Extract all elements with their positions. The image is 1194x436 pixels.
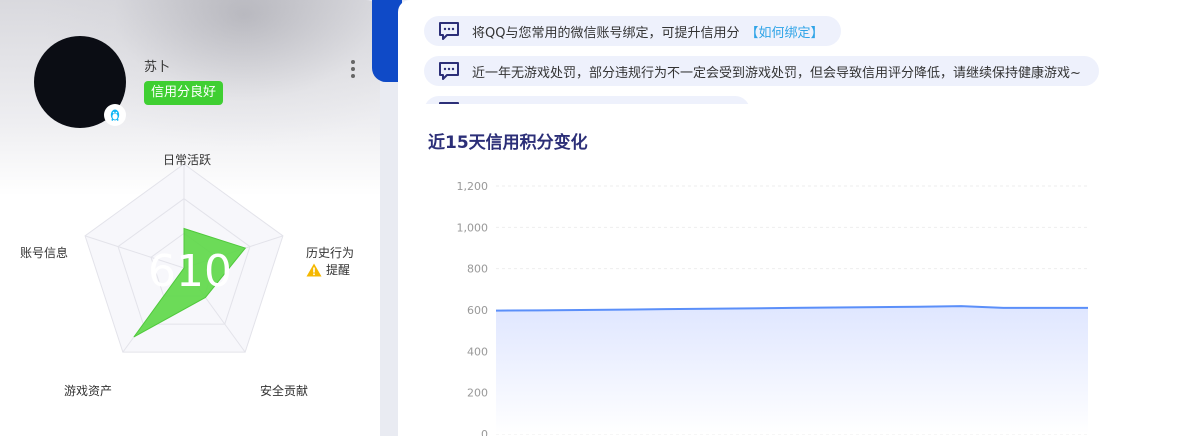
message-icon [439, 22, 459, 40]
profile-panel: 苏卜 信用分良好 610 日常活跃 历史行为 账号信息 游戏资产 安全贡献 提醒 [0, 0, 380, 436]
y-tick-label: 0 [481, 428, 488, 436]
credit-level-badge: 信用分良好 [144, 81, 224, 105]
notice-text: 将QQ与您常用的微信账号绑定，可提升信用分 [472, 25, 740, 41]
credit-radar-chart: 610 [84, 163, 284, 353]
warning-text: 提醒 [326, 263, 351, 277]
notice-bind-wechat: 将QQ与您常用的微信账号绑定，可提升信用分 【如何绑定】 [424, 16, 842, 46]
y-tick-label: 800 [467, 263, 488, 276]
radar-label-security: 安全贡献 [260, 384, 309, 398]
warning-icon [306, 263, 322, 276]
notice-no-penalty: 近一年无游戏处罚，部分违规行为不一定会受到游戏处罚，但会导致信用评分降低，请继续… [424, 56, 1099, 86]
main-panel: 将QQ与您常用的微信账号绑定，可提升信用分 【如何绑定】 近一年无游戏处罚，部分… [398, 0, 1194, 436]
credit-score-chart: 0 200 400 600 800 1,000 1,200 [457, 180, 1089, 436]
radar-label-daily-activity: 日常活跃 [163, 153, 212, 167]
qq-penguin-icon [104, 104, 126, 126]
radar-label-account: 账号信息 [20, 246, 69, 260]
y-tick-label: 1,000 [457, 221, 489, 234]
y-tick-label: 200 [467, 387, 488, 400]
user-name: 苏卜 [144, 60, 171, 75]
history-warning[interactable]: 提醒 [306, 261, 350, 278]
radar-label-history: 历史行为 [306, 246, 355, 260]
more-options-icon[interactable] [348, 58, 358, 80]
radar-label-game-assets: 游戏资产 [64, 384, 113, 398]
notice-partially-visible [424, 96, 754, 104]
notice-text: 近一年无游戏处罚，部分违规行为不一定会受到游戏处罚，但会导致信用评分降低，请继续… [472, 65, 1081, 81]
y-tick-label: 1,200 [457, 180, 489, 193]
y-tick-label: 400 [467, 345, 488, 358]
credit-score-value: 610 [148, 246, 232, 297]
chart-area [496, 306, 1088, 434]
message-icon [439, 62, 459, 80]
y-tick-label: 600 [467, 304, 488, 317]
chart-title: 近15天信用积分变化 [428, 133, 588, 153]
how-to-bind-link[interactable]: 【如何绑定】 [745, 22, 823, 41]
message-icon [439, 102, 459, 104]
